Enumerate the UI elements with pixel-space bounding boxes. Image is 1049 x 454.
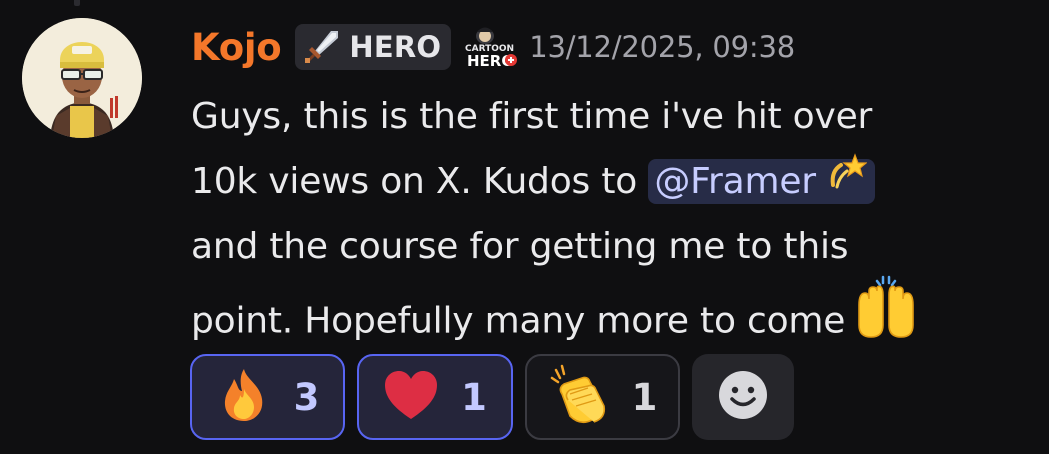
- reaction-count: 3: [293, 375, 320, 419]
- content-line-4-text: point. Hopefully many more to come: [191, 300, 846, 342]
- content-line-2-text: 10k views on X. Kudos to: [191, 161, 649, 202]
- red-heart-emoji-icon: [383, 369, 439, 425]
- content-line-4: point. Hopefully many more to come: [191, 275, 1031, 344]
- mention-label: @Framer: [654, 161, 816, 202]
- reply-thread-line: [74, 0, 80, 6]
- server-tag-label: HERO: [349, 30, 442, 64]
- reaction-count: 1: [631, 375, 658, 419]
- content-line-3: and the course for getting me to this: [191, 226, 849, 267]
- reaction-fire[interactable]: 3: [190, 354, 345, 440]
- add-reaction-button[interactable]: [692, 354, 794, 440]
- sword-icon: [303, 27, 343, 67]
- dizzy-emoji-icon: [827, 147, 868, 212]
- fire-emoji-icon: [216, 367, 272, 427]
- content-line-2: 10k views on X. Kudos to @Framer: [191, 149, 1031, 214]
- reaction-clap[interactable]: 1: [525, 354, 680, 440]
- message-timestamp[interactable]: 13/12/2025, 09:38: [529, 30, 795, 64]
- reactions-bar: 3 1 1: [190, 354, 794, 440]
- clapping-hands-emoji-icon: [548, 364, 610, 430]
- reaction-count: 1: [461, 375, 487, 419]
- message-header: Kojo HERO CARTOON HERO 13/12/2025, 09:38: [191, 22, 795, 72]
- raising-hands-emoji-icon: [853, 275, 919, 362]
- content-line-1: Guys, this is the first time i've hit ov…: [191, 96, 873, 137]
- user-mention[interactable]: @Framer: [648, 152, 876, 204]
- author-username[interactable]: Kojo: [191, 26, 282, 69]
- smiley-face-icon: [718, 370, 768, 424]
- cartoon-hero-badge-icon[interactable]: CARTOON HERO: [461, 24, 521, 70]
- server-tag[interactable]: HERO: [295, 24, 452, 70]
- avatar[interactable]: [22, 18, 142, 138]
- reaction-heart[interactable]: 1: [357, 354, 513, 440]
- message-content: Guys, this is the first time i've hit ov…: [191, 84, 1031, 344]
